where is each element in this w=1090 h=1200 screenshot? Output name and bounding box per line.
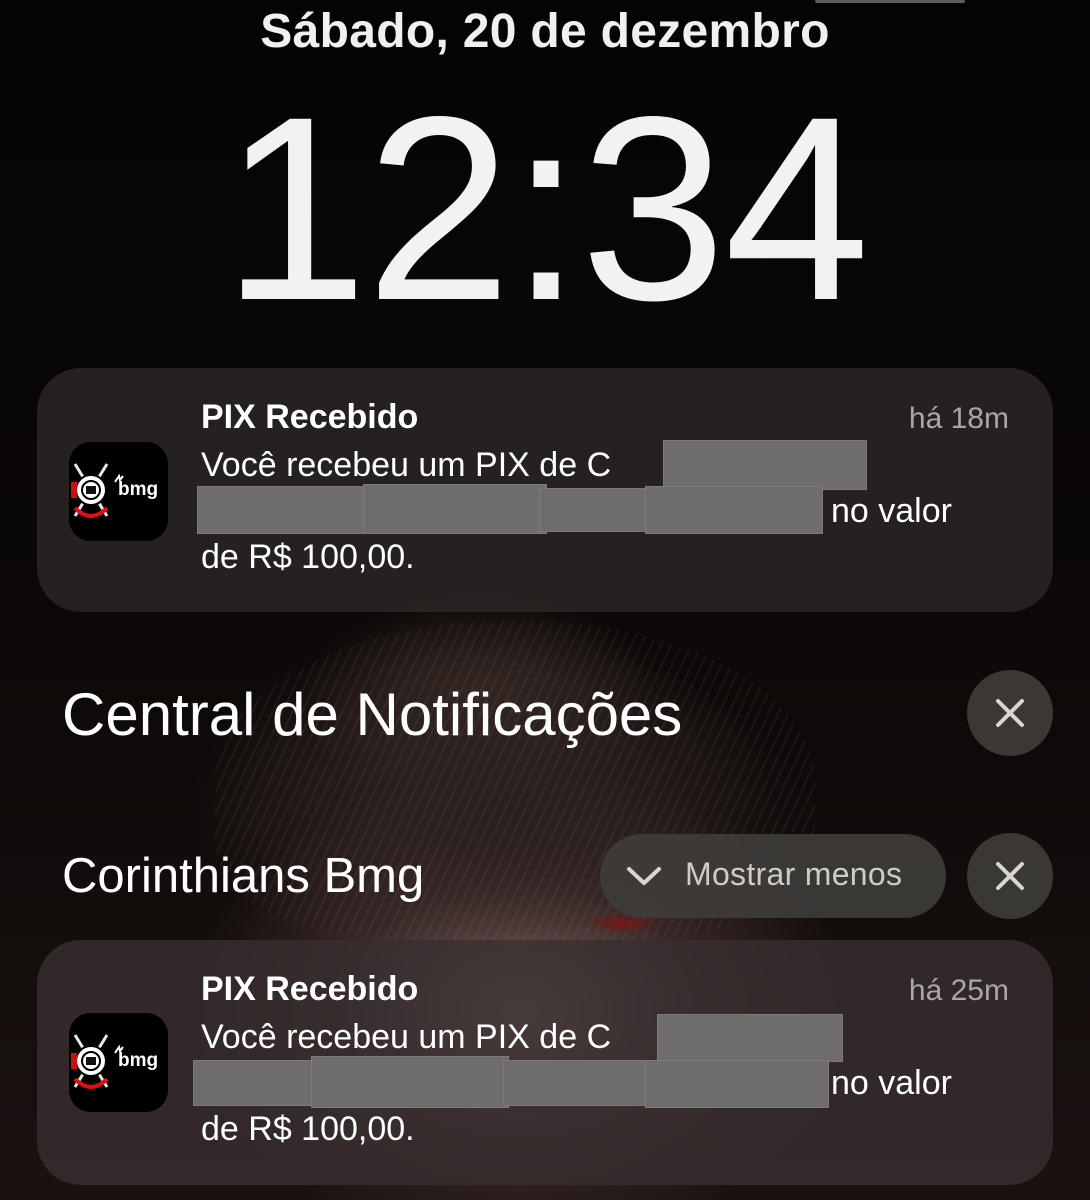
redacted-block (363, 484, 547, 534)
close-icon (996, 699, 1024, 727)
notification-body-line-2: no valor (831, 492, 952, 530)
clear-all-button[interactable] (967, 670, 1053, 756)
notification-title: PIX Recebido (201, 398, 419, 436)
notification-body-line-1: Você recebeu um PIX de C (201, 1018, 612, 1056)
redacted-block (193, 1060, 317, 1106)
redacted-block (539, 488, 653, 532)
redacted-block (645, 1060, 829, 1108)
show-less-button[interactable]: Mostrar menos (600, 834, 946, 918)
notification-time: há 25m (908, 974, 1009, 1007)
bmg-logo-text: bmg (118, 479, 158, 500)
notification-body-line-2: no valor (831, 1064, 952, 1102)
close-icon (996, 862, 1024, 890)
bmg-logo-text: bmg (118, 1050, 158, 1071)
corinthians-bmg-app-icon: bmg (69, 442, 168, 541)
redacted-block (657, 1014, 843, 1062)
notification-time: há 18m (908, 402, 1009, 435)
app-group-title: Corinthians Bmg (62, 849, 425, 903)
show-less-label: Mostrar menos (685, 856, 903, 892)
lock-screen-clock: 12:34 (222, 62, 870, 355)
redacted-block (645, 486, 823, 534)
redacted-block (663, 440, 867, 490)
chevron-down-icon (627, 867, 661, 885)
redacted-block (311, 1056, 509, 1108)
corinthians-bmg-app-icon: bmg (69, 1013, 168, 1112)
notification-body-line-3: de R$ 100,00. (201, 538, 415, 576)
notification-card[interactable]: bmg PIX Recebido há 25m Você recebeu um … (37, 940, 1053, 1185)
redacted-block (197, 486, 373, 534)
notification-card[interactable]: bmg PIX Recebido há 18m Você recebeu um … (37, 368, 1053, 612)
clear-group-button[interactable] (967, 833, 1053, 919)
notification-body-line-1: Você recebeu um PIX de C (201, 446, 612, 484)
notification-title: PIX Recebido (201, 970, 419, 1008)
notification-body-line-3: de R$ 100,00. (201, 1110, 415, 1148)
redacted-block (503, 1060, 649, 1106)
lock-screen-date: Sábado, 20 de dezembro (260, 5, 830, 58)
top-indicator (815, 0, 965, 3)
notification-center-title: Central de Notificações (62, 681, 683, 748)
